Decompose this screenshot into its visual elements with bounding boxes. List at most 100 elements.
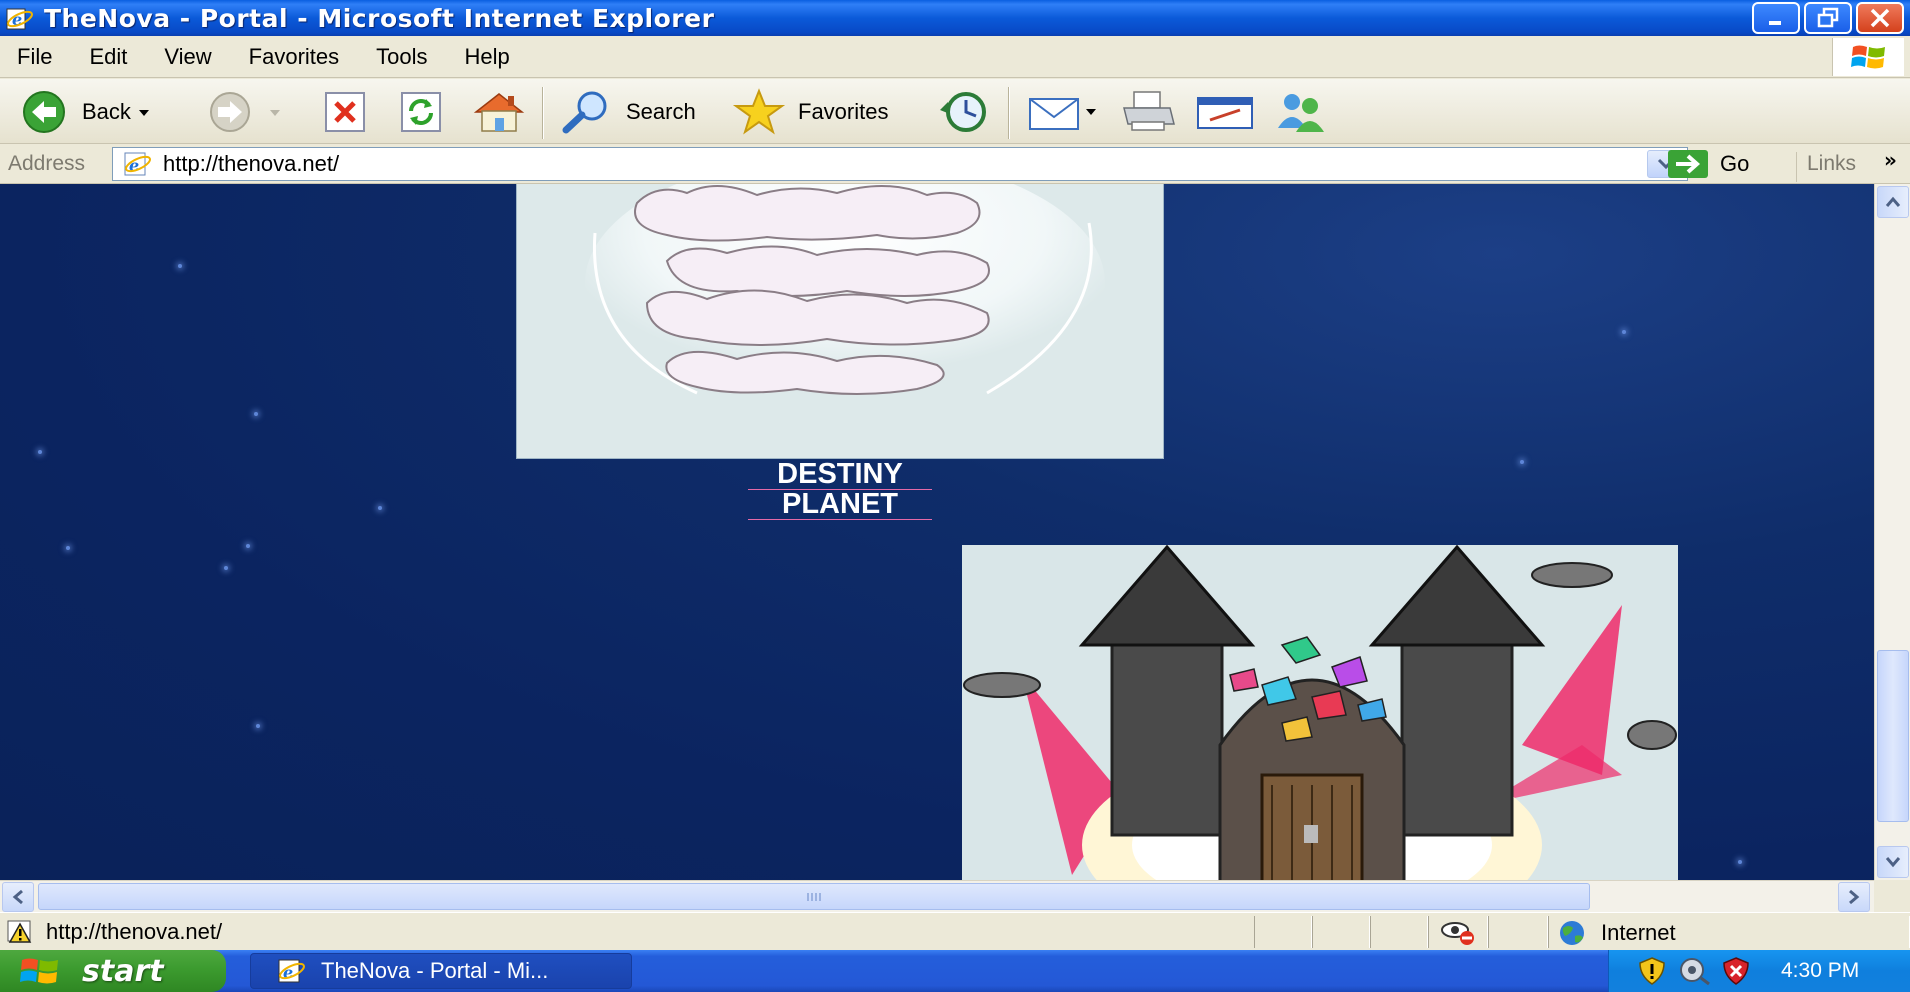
status-cell <box>1488 916 1548 948</box>
zone-label: Internet <box>1601 920 1676 945</box>
history-button[interactable] <box>934 87 994 137</box>
mail-button[interactable] <box>1026 87 1102 137</box>
star-decoration <box>1622 330 1626 334</box>
toolbar-separator <box>542 87 544 139</box>
taskbar-window-label: TheNova - Portal - Mi... <box>321 958 549 983</box>
favorites-button[interactable]: Favorites <box>730 87 888 137</box>
horizontal-scrollbar[interactable] <box>0 880 1874 912</box>
start-label: start <box>82 953 164 989</box>
go-button[interactable]: Go <box>1666 149 1749 179</box>
messenger-people-icon <box>1278 94 1324 132</box>
vertical-scrollbar[interactable] <box>1874 184 1910 880</box>
taskbar-window-button[interactable]: e TheNova - Portal - Mi... <box>250 953 632 989</box>
back-dropdown-icon[interactable] <box>131 102 161 122</box>
clock: 4:30 PM <box>1781 959 1860 982</box>
security-shield-icon[interactable] <box>1637 956 1667 986</box>
star-decoration <box>378 506 382 510</box>
destiny-planet-link[interactable]: DESTINY PLANET <box>748 460 932 520</box>
refresh-icon <box>401 92 441 132</box>
search-button[interactable]: Search <box>556 87 696 137</box>
destiny-planet-image[interactable] <box>516 184 1164 459</box>
minimize-button[interactable] <box>1752 2 1800 34</box>
menu-help[interactable]: Help <box>448 44 530 70</box>
status-text: http://thenova.net/ <box>46 919 223 944</box>
caption-line-2: PLANET <box>748 490 932 520</box>
home-button[interactable] <box>470 87 528 137</box>
status-bar: http://thenova.net/ Internet <box>0 912 1910 950</box>
start-button[interactable]: start <box>0 950 226 992</box>
star-decoration <box>256 724 260 728</box>
go-arrow-icon <box>1668 150 1708 178</box>
star-decoration <box>178 264 182 268</box>
menu-file[interactable]: File <box>0 44 72 70</box>
window-title: TheNova - Portal - Microsoft Internet Ex… <box>44 3 715 33</box>
star-decoration <box>1520 460 1524 464</box>
search-label: Search <box>626 99 696 124</box>
favorites-label: Favorites <box>798 99 889 124</box>
printer-icon <box>1123 91 1175 131</box>
page-warning-icon <box>7 920 32 943</box>
menu-tools[interactable]: Tools <box>359 44 447 70</box>
ie-icon: e <box>4 5 34 31</box>
windows-logo-icon <box>1832 38 1904 76</box>
caption-line-1: DESTINY <box>748 460 932 490</box>
scroll-down-button[interactable] <box>1877 846 1909 878</box>
forward-button[interactable] <box>200 87 290 137</box>
menu-edit[interactable]: Edit <box>72 44 147 70</box>
chevron-down-icon <box>1885 857 1901 868</box>
network-icon[interactable] <box>1677 956 1711 986</box>
status-cell <box>1312 916 1370 948</box>
close-icon <box>1870 8 1890 28</box>
scroll-left-button[interactable] <box>2 882 34 912</box>
menu-bar: File Edit View Favorites Tools Help <box>0 36 1910 78</box>
address-bar: Address e http://thenova.net/ Go Links » <box>0 144 1910 184</box>
privacy-status-cell[interactable] <box>1428 916 1488 948</box>
scroll-up-button[interactable] <box>1877 186 1909 218</box>
windows-flag-icon <box>20 958 58 984</box>
stop-button[interactable] <box>320 87 372 137</box>
messenger-button[interactable] <box>1270 87 1334 137</box>
address-label: Address <box>8 152 86 175</box>
history-clock-icon <box>940 92 986 132</box>
castle-image[interactable] <box>962 545 1678 880</box>
minimize-icon <box>1769 21 1781 25</box>
edit-button[interactable] <box>1194 87 1258 137</box>
print-button[interactable] <box>1118 87 1180 137</box>
chevron-left-icon <box>12 889 23 905</box>
toolbar-separator <box>1008 87 1010 139</box>
forward-dropdown-icon[interactable] <box>260 102 290 122</box>
grip-icon <box>807 892 821 901</box>
status-cell <box>1370 916 1428 948</box>
window-title-bar[interactable]: e TheNova - Portal - Microsoft Internet … <box>0 0 1910 36</box>
edit-page-icon <box>1197 97 1253 129</box>
horizontal-scroll-thumb[interactable] <box>38 883 1590 910</box>
restore-button[interactable] <box>1804 2 1852 34</box>
chevron-up-icon <box>1885 196 1901 207</box>
restore-icon <box>1817 7 1839 28</box>
star-decoration <box>38 450 42 454</box>
page-content: DESTINY PLANET <box>0 184 1874 880</box>
links-toolbar[interactable]: Links <box>1796 152 1856 182</box>
ie-icon: e <box>278 959 305 983</box>
refresh-button[interactable] <box>396 87 448 137</box>
internet-globe-icon <box>1560 921 1584 945</box>
address-field[interactable]: e http://thenova.net/ <box>112 147 1688 181</box>
privacy-eye-icon <box>1441 922 1474 945</box>
search-icon <box>562 91 607 134</box>
antivirus-shield-icon[interactable] <box>1721 956 1751 986</box>
favorites-star-icon <box>732 88 786 135</box>
star-decoration <box>254 412 258 416</box>
vertical-scroll-thumb[interactable] <box>1877 650 1909 822</box>
address-url: http://thenova.net/ <box>163 151 340 176</box>
chevron-right-icon <box>1849 889 1860 905</box>
status-cell <box>1254 916 1312 948</box>
standard-toolbar: Back Search Favorites <box>0 79 1910 144</box>
scroll-right-button[interactable] <box>1838 882 1870 912</box>
star-decoration <box>1738 860 1742 864</box>
close-button[interactable] <box>1856 2 1904 34</box>
back-arrow-icon <box>23 91 65 133</box>
chevron-right-icon[interactable]: » <box>1884 148 1897 172</box>
menu-view[interactable]: View <box>147 44 231 70</box>
back-button[interactable]: Back <box>16 87 161 137</box>
menu-favorites[interactable]: Favorites <box>232 44 359 70</box>
